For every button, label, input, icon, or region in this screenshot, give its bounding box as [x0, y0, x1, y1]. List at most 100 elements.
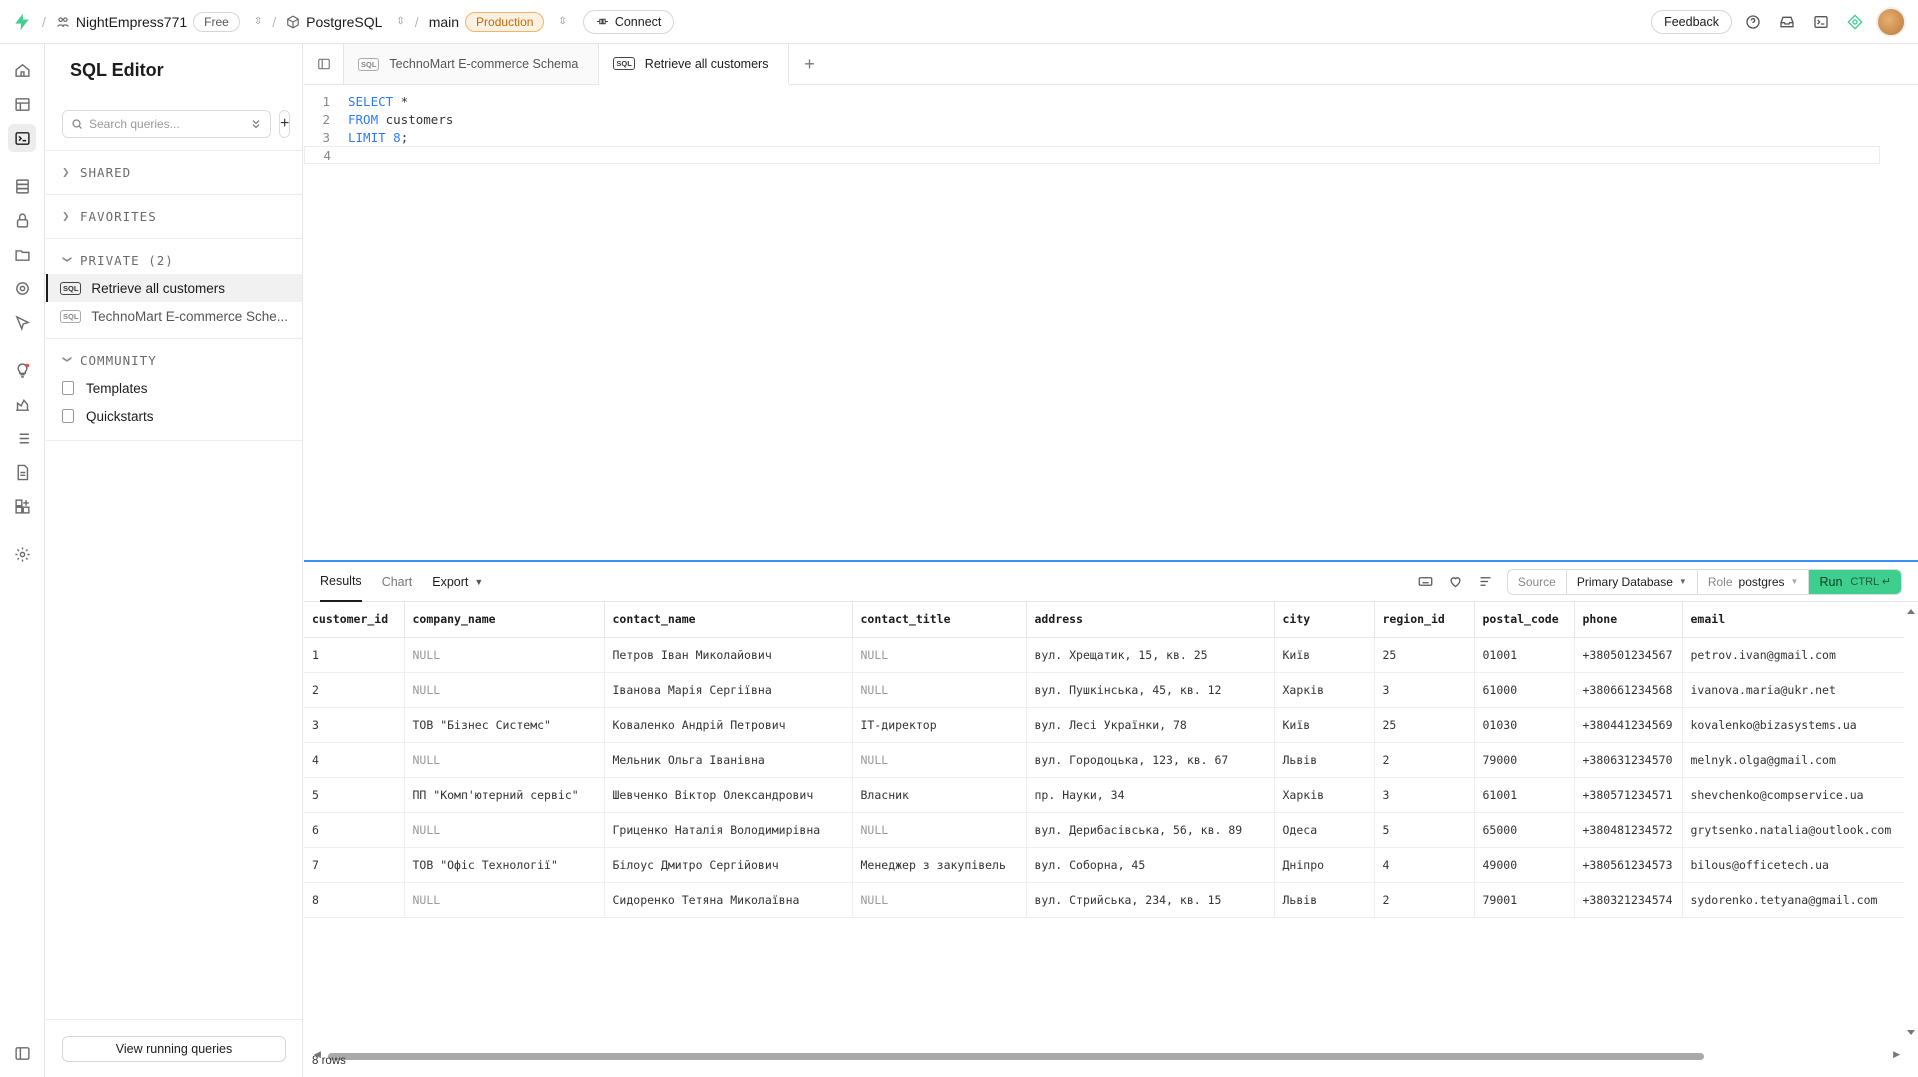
table-cell[interactable]: +380481234572 — [1574, 812, 1683, 848]
table-cell[interactable]: Коваленко Андрій Петрович — [604, 707, 853, 743]
table-cell[interactable]: пр. Науки, 34 — [1026, 777, 1275, 813]
table-cell[interactable]: вул. Дерибасівська, 56, кв. 89 — [1026, 812, 1275, 848]
table-cell[interactable]: вул. Пушкінська, 45, кв. 12 — [1026, 672, 1275, 708]
table-cell[interactable]: 3 — [1374, 672, 1475, 708]
table-cell[interactable]: 5 — [304, 777, 405, 813]
table-cell[interactable]: NULL — [852, 672, 1027, 708]
table-cell[interactable]: +380501234567 — [1574, 637, 1683, 673]
table-cell[interactable]: 2 — [304, 672, 405, 708]
view-running-queries-button[interactable]: View running queries — [62, 1035, 286, 1062]
edge-functions-icon[interactable] — [8, 308, 36, 336]
table-cell[interactable]: +380661234568 — [1574, 672, 1683, 708]
table-cell[interactable]: ПП "Комп'ютерний сервіс" — [404, 777, 605, 813]
table-cell[interactable]: NULL — [404, 637, 605, 673]
table-cell[interactable]: NULL — [404, 672, 605, 708]
home-icon[interactable] — [8, 56, 36, 84]
project-selector[interactable]: PostgreSQL ⇳ — [286, 14, 405, 30]
table-cell[interactable]: NULL — [852, 742, 1027, 778]
table-cell[interactable]: вул. Хрещатик, 15, кв. 25 — [1026, 637, 1275, 673]
collapse-sidebar-icon[interactable] — [8, 1039, 36, 1067]
scrollbar-thumb[interactable] — [328, 1053, 1704, 1060]
table-row[interactable]: 7 ТОВ "Офіс Технології" Білоус Дмитро Серг… — [304, 847, 1904, 883]
search-input[interactable] — [89, 117, 244, 131]
table-row[interactable]: 5 ПП "Комп'ютерний сервіс" Шевченко Віктор… — [304, 777, 1904, 813]
table-cell[interactable]: sydorenko.tetyana@gmail.com — [1682, 882, 1904, 918]
table-cell[interactable]: +380561234573 — [1574, 847, 1683, 883]
column-header[interactable]: contact_title — [852, 602, 1027, 638]
settings-icon[interactable] — [8, 540, 36, 568]
scroll-right-icon[interactable]: ▶ — [1893, 1049, 1900, 1060]
toggle-sidebar-icon[interactable] — [304, 44, 344, 84]
favorites-toggle[interactable]: ❯ FAVORITES — [46, 209, 302, 224]
table-cell[interactable]: ТОВ "Бізнес Системс" — [404, 707, 605, 743]
table-row[interactable]: 6 NULL Гриценко Наталія Володимирівна NULL в… — [304, 812, 1904, 848]
column-header[interactable]: contact_name — [604, 602, 853, 638]
help-icon[interactable] — [1740, 9, 1766, 35]
role-select[interactable]: Role postgres ▼ — [1698, 569, 1810, 594]
table-cell[interactable]: bilous@officetech.ua — [1682, 847, 1904, 883]
table-cell[interactable]: вул. Соборна, 45 — [1026, 847, 1275, 883]
table-cell[interactable]: 25 — [1374, 707, 1475, 743]
column-header[interactable]: postal_code — [1474, 602, 1575, 638]
table-row[interactable]: 8 NULL Сидоренко Тетяна Миколаївна NULL вул.… — [304, 882, 1904, 918]
table-cell[interactable]: petrov.ivan@gmail.com — [1682, 637, 1904, 673]
table-cell[interactable]: Київ — [1274, 707, 1375, 743]
column-header[interactable]: customer_id — [304, 602, 405, 638]
table-cell[interactable]: 79001 — [1474, 882, 1575, 918]
table-cell[interactable]: 3 — [1374, 777, 1475, 813]
table-cell[interactable]: Львів — [1274, 882, 1375, 918]
assistant-icon[interactable] — [1842, 9, 1868, 35]
column-header[interactable]: email — [1682, 602, 1904, 638]
tab-chart[interactable]: Chart — [382, 562, 413, 602]
export-dropdown[interactable]: Export ▼ — [432, 562, 483, 602]
table-cell[interactable]: Сидоренко Тетяна Миколаївна — [604, 882, 853, 918]
table-cell[interactable]: 8 — [304, 882, 405, 918]
table-cell[interactable]: NULL — [404, 742, 605, 778]
table-cell[interactable]: вул. Лесі Українки, 78 — [1026, 707, 1275, 743]
branch-selector[interactable]: main Production ⇳ — [429, 11, 567, 32]
sql-editor-icon[interactable] — [8, 124, 36, 152]
table-cell[interactable]: 6 — [304, 812, 405, 848]
table-cell[interactable]: NULL — [852, 812, 1027, 848]
code-editor[interactable]: 1 SELECT * 2 FROM customers 3 LIMIT 8; 4 — [304, 86, 1918, 606]
table-cell[interactable]: 4 — [304, 742, 405, 778]
table-cell[interactable]: NULL — [852, 637, 1027, 673]
org-selector[interactable]: NightEmpress771 Free ⇳ — [56, 11, 262, 32]
table-cell[interactable]: Харків — [1274, 672, 1375, 708]
table-cell[interactable]: NULL — [404, 882, 605, 918]
table-cell[interactable]: Менеджер з закупівель — [852, 847, 1027, 883]
column-header[interactable]: region_id — [1374, 602, 1475, 638]
supabase-logo-icon[interactable] — [12, 12, 32, 32]
table-cell[interactable]: NULL — [852, 882, 1027, 918]
inbox-icon[interactable] — [1774, 9, 1800, 35]
table-cell[interactable]: Білоус Дмитро Сергійович — [604, 847, 853, 883]
source-select[interactable]: Primary Database ▼ — [1567, 569, 1698, 594]
advisors-icon[interactable] — [8, 356, 36, 384]
reports-icon[interactable] — [8, 390, 36, 418]
lock-icon[interactable] — [8, 206, 36, 234]
table-cell[interactable]: 4 — [1374, 847, 1475, 883]
list-item[interactable]: SQL TechnoMart E-commerce Sche... — [46, 302, 302, 330]
table-cell[interactable]: вул. Стрийська, 234, кв. 15 — [1026, 882, 1275, 918]
table-cell[interactable]: 61001 — [1474, 777, 1575, 813]
table-cell[interactable]: IT-директор — [852, 707, 1027, 743]
avatar[interactable] — [1876, 6, 1906, 37]
realtime-icon[interactable] — [8, 274, 36, 302]
table-cell[interactable]: 3 — [304, 707, 405, 743]
column-header[interactable]: city — [1274, 602, 1375, 638]
list-item[interactable]: Templates — [46, 374, 302, 402]
table-cell[interactable]: Мельник Ольга Іванівна — [604, 742, 853, 778]
table-cell[interactable]: 61000 — [1474, 672, 1575, 708]
table-cell[interactable]: Київ — [1274, 637, 1375, 673]
table-cell[interactable]: Харків — [1274, 777, 1375, 813]
list-item[interactable]: Quickstarts — [46, 402, 302, 430]
table-cell[interactable]: 1 — [304, 637, 405, 673]
table-cell[interactable]: 7 — [304, 847, 405, 883]
run-button[interactable]: Run CTRL ↵ — [1809, 569, 1901, 594]
table-cell[interactable]: Одеса — [1274, 812, 1375, 848]
table-editor-icon[interactable] — [8, 90, 36, 118]
table-cell[interactable]: ТОВ "Офіс Технології" — [404, 847, 605, 883]
new-query-button[interactable]: + — [279, 110, 291, 138]
table-cell[interactable]: +380631234570 — [1574, 742, 1683, 778]
table-cell[interactable]: 65000 — [1474, 812, 1575, 848]
